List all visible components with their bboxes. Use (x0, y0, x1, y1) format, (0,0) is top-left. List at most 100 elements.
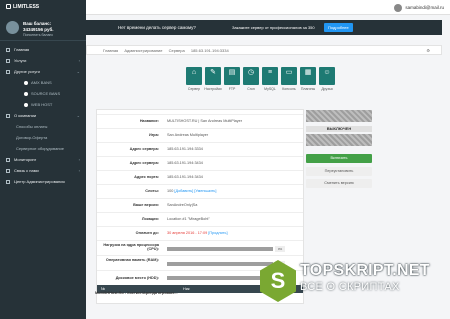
promo-question: Нет времени делать сервер самому? (118, 25, 196, 30)
detail-value: MULTISHOST.RU | San Andreas MultiPlayer (167, 119, 242, 123)
sidebar-subitem-amxbans[interactable]: AMX BANS (0, 77, 86, 88)
database-icon: ≡ (267, 69, 273, 76)
detail-value: Location #1 "MirageBoht" (167, 217, 210, 221)
topup-link[interactable]: Пополнить баланс (6, 33, 80, 38)
detail-key: Оплачен до: (135, 231, 159, 235)
shield-icon (6, 180, 10, 184)
slots-value: 100 (167, 189, 174, 193)
sidebar-subitem-offer[interactable]: Договор-Оферта (0, 132, 86, 143)
sidebar-subitem-hardware[interactable]: Серверное оборудование (0, 143, 86, 154)
paid-until-date: 30 апреля 2016 - 17:09 (167, 231, 208, 235)
change-version-button[interactable]: Сменить версию (306, 179, 372, 188)
gear-icon[interactable]: ⚙ (426, 46, 430, 56)
detail-row-port: Адрес порта: 185.63.191.194:3434 (97, 170, 303, 184)
sidebar-item-other-services[interactable]: Другие услуги ⌄ (0, 66, 86, 77)
tool-label: Плагины (300, 87, 316, 91)
sidebar-item-label: Центр Администрирования (14, 179, 65, 184)
detail-key: Игра: (148, 133, 159, 137)
tool-label: Сервер (187, 87, 201, 91)
detail-key: Локация: (141, 217, 159, 221)
detail-key: Название: (139, 119, 159, 123)
tool-label: Друзья (321, 87, 333, 91)
chevron-right-icon: › (78, 157, 80, 162)
cpu-percent: 0% (275, 246, 285, 252)
breadcrumb-servers[interactable]: Сервера (169, 48, 185, 53)
sidebar-item-services[interactable]: Услуги › (0, 55, 86, 66)
sidebar-item-monitoring[interactable]: Мониторинг › (0, 154, 86, 165)
sidebar: Ваш баланс: 34349156 руб. Пополнить бала… (0, 15, 86, 319)
breadcrumb: Главная Администрирование Сервера 185.63… (86, 45, 442, 55)
avatar (394, 3, 403, 12)
detail-row-address: Адрес сервера: 185.63.191.194:3334 (97, 142, 303, 156)
sidebar-item-admin-center[interactable]: Центр Администрирования (0, 176, 86, 187)
tool-label: MySQL (264, 87, 276, 91)
info-icon (6, 114, 10, 118)
detail-row-slots: Слоты: 100 [Добавить] [Уменьшить] (97, 184, 303, 198)
bullet-icon (24, 102, 28, 107)
map-image (306, 134, 372, 146)
sidebar-subitem-label: WEB HOST (31, 102, 53, 107)
reduce-slots-link[interactable]: [Уменьшить] (194, 189, 216, 193)
chevron-right-icon: › (78, 58, 80, 63)
promo-details-button[interactable]: Подробнее (324, 23, 353, 32)
tool-label: Настройки (204, 87, 222, 91)
folder-icon: ▤ (228, 69, 236, 76)
add-slots-link[interactable]: [Добавить] (174, 189, 193, 193)
tool-cron-button[interactable]: ◷ (243, 67, 259, 85)
avatar (6, 21, 19, 34)
tool-label: Cron (247, 87, 255, 91)
column-header-nick: Ник (183, 287, 190, 291)
detail-key: Адрес порта: (134, 175, 159, 179)
promo-banner: Нет времени делать сервер самому? Закажи… (86, 20, 442, 35)
grid-icon (6, 70, 10, 74)
detail-row-paid: Оплачен до: 30 апреля 2016 - 17:09 [Продл… (97, 226, 303, 240)
breadcrumb-home[interactable]: Главная (103, 48, 118, 53)
sidebar-item-label: Связь с нами (14, 168, 39, 173)
users-icon: ☺ (323, 69, 331, 76)
reinstall-button[interactable]: Переустановить (306, 167, 372, 176)
tool-label: FTP (228, 87, 236, 91)
breadcrumb-admin[interactable]: Администрирование (124, 48, 162, 53)
balance-block: Ваш баланс: 34349156 руб. Пополнить бала… (0, 15, 86, 41)
sidebar-item-label: Услуги (14, 58, 27, 63)
renew-link[interactable]: [Продлить] (208, 231, 227, 235)
detail-key: Дисковое место (HDD): (115, 276, 159, 280)
detail-value: SanAndreOnly|Sa (167, 203, 198, 207)
top-bar: LIMITLESS samabindi@mail.ru (0, 0, 450, 15)
chevron-down-icon: ⌄ (76, 113, 80, 118)
user-menu[interactable]: samabindi@mail.ru (394, 3, 444, 12)
detail-key: Адрес сервера: (129, 147, 159, 151)
status-badge: ВЫКЛЮЧЕН (306, 126, 372, 132)
tool-console-button[interactable]: ▭ (281, 67, 297, 85)
tool-server-button[interactable]: ⌂ (186, 67, 202, 85)
game-banner-image (306, 110, 372, 122)
brand-name: LIMITLESS (13, 4, 40, 10)
sidebar-item-home[interactable]: Главная (0, 44, 86, 55)
tool-mysql-button[interactable]: ≡ (262, 67, 278, 85)
sidebar-subitem-payment[interactable]: Способы оплаты (0, 121, 86, 132)
sidebar-subitem-webhost[interactable]: WEB HOST (0, 99, 86, 110)
sidebar-item-label: Главная (14, 47, 30, 52)
tool-ftp-button[interactable]: ▤ (224, 67, 240, 85)
sidebar-subitem-label: AMX BANS (31, 80, 52, 85)
tool-settings-button[interactable]: ✎ (205, 67, 221, 85)
detail-key: Ваше версия: (133, 203, 159, 207)
chevron-right-icon: › (78, 168, 80, 173)
user-email: samabindi@mail.ru (405, 5, 444, 10)
wrench-icon: ✎ (210, 69, 216, 76)
bullet-icon (24, 80, 28, 85)
tool-friends-button[interactable]: ☺ (319, 67, 335, 85)
tool-plugins-button[interactable]: ▦ (300, 67, 316, 85)
watermark-title: TOPSKRIPT.NET (300, 262, 430, 279)
home-icon (6, 48, 10, 52)
detail-row-ip: Адрес сервера: 185.63.191.194:3434 (97, 156, 303, 170)
brand-logo[interactable]: LIMITLESS (0, 0, 86, 15)
logo-icon (6, 4, 11, 9)
sidebar-subitem-sourcebans[interactable]: SOURCE BANS (0, 88, 86, 99)
home-icon: ⌂ (191, 69, 197, 76)
sidebar-item-contact[interactable]: Связь с нами › (0, 165, 86, 176)
detail-value: 30 апреля 2016 - 17:09 [Продлить] (167, 231, 228, 235)
detail-row-location: Локация: Location #1 "MirageBoht" (97, 212, 303, 226)
sidebar-item-about[interactable]: О компании ⌄ (0, 110, 86, 121)
start-server-button[interactable]: Включить (306, 154, 372, 163)
